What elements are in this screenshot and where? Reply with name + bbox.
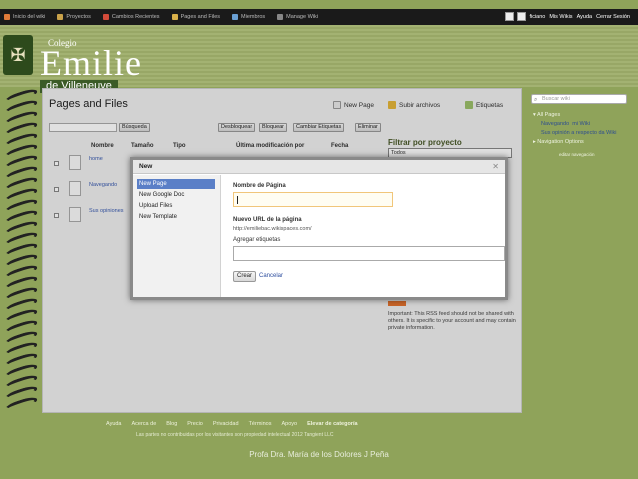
nav-projects-label: Proyectos [66, 14, 91, 20]
all-pages-label: All Pages [537, 112, 561, 118]
mail-icon[interactable] [517, 12, 527, 21]
sidebar-link-navegando-label: Navegando [541, 121, 570, 127]
footer-about-link[interactable]: Acerca de [132, 421, 157, 427]
navigation-options-item[interactable]: ▸ Navigation Options [533, 139, 584, 145]
footer: Ayuda Acerca de Blog Precio Privacidad T… [0, 415, 638, 445]
site-header: ✠ Colegio Emilie de Villeneuve [0, 25, 638, 93]
nav-pages-files-label: Pages and Files [180, 14, 221, 20]
nav-home-label: Inicio del wiki [13, 14, 46, 20]
top-navigation-bar: Inicio del wiki Proyectos Cambios Recien… [0, 9, 638, 25]
home-icon [4, 14, 10, 20]
tags-field-label: Agregar etiquetas [233, 237, 281, 243]
nav-projects[interactable]: Proyectos [57, 14, 91, 20]
footer-privacy-link[interactable]: Privacidad [213, 421, 239, 427]
help-link[interactable]: Ayuda [577, 14, 593, 20]
menu-new-google-doc[interactable]: New Google Doc [137, 190, 215, 200]
logo-name: Emilie [40, 43, 142, 83]
school-crest-icon: ✠ [3, 35, 33, 75]
tags-input[interactable] [233, 246, 505, 261]
nav-pages-files[interactable]: Pages and Files [171, 14, 221, 20]
nav-members-label: Miembros [241, 14, 266, 20]
menu-upload-files[interactable]: Upload Files [137, 201, 215, 211]
footer-copyright: Las partes no contribuidas por los visit… [136, 432, 334, 438]
nav-manage-wiki[interactable]: Manage Wiki [277, 14, 318, 20]
dialog-menu: New Page New Google Doc Upload Files New… [133, 175, 221, 297]
search-icon: ⌕ [534, 97, 538, 103]
account-links: ficiano Mis Wikis Ayuda Cerrar Sesión [505, 12, 634, 21]
footer-price-link[interactable]: Precio [187, 421, 203, 427]
sidebar-link-mi-wiki-label: mi Wiki [572, 121, 590, 127]
footer-links: Ayuda Acerca de Blog Precio Privacidad T… [106, 421, 368, 427]
recent-changes-icon [102, 14, 109, 20]
wiki-search-input[interactable]: ⌕ Buscar wiki [531, 94, 627, 104]
text-caret [237, 196, 238, 204]
footer-blog-link[interactable]: Blog [166, 421, 177, 427]
footer-terms-link[interactable]: Términos [249, 421, 272, 427]
right-sidebar: ⌕ Buscar wiki ▾ All Pages Navegando mi Wi… [525, 88, 633, 413]
members-icon [232, 14, 239, 20]
gear-icon [277, 14, 284, 20]
pages-icon [171, 14, 178, 20]
nav-members[interactable]: Miembros [232, 14, 265, 20]
spiral-binding [0, 86, 42, 415]
all-pages-item[interactable]: ▾ All Pages [533, 112, 560, 118]
dialog-header: New ✕ [133, 160, 505, 174]
dialog-body: Nombre de Página Nuevo URL de la página … [233, 175, 505, 297]
page-name-input[interactable] [233, 192, 393, 207]
my-wikis-link[interactable]: Mis Wikis [549, 14, 572, 20]
new-dialog: New ✕ New Page New Google Doc Upload Fil… [130, 157, 508, 300]
page-url-label: Nuevo URL de la página [233, 217, 302, 223]
sidebar-link-navegando[interactable]: Navegando mi Wiki [541, 121, 590, 127]
footer-upgrade-link[interactable]: Elevar de categoría [307, 421, 357, 427]
username-link[interactable]: ficiano [529, 14, 545, 20]
menu-new-page[interactable]: New Page [137, 179, 215, 189]
projects-icon [57, 14, 64, 20]
nav-home[interactable]: Inicio del wiki [4, 14, 45, 20]
logout-link[interactable]: Cerrar Sesión [596, 14, 630, 20]
nav-manage-wiki-label: Manage Wiki [286, 14, 318, 20]
page-url-value: http://emiliebac.wikispaces.com/ [233, 226, 312, 232]
cancel-link[interactable]: Cancelar [259, 273, 283, 279]
page-name-label: Nombre de Página [233, 183, 286, 189]
footer-help-link[interactable]: Ayuda [106, 421, 122, 427]
close-icon[interactable]: ✕ [492, 162, 499, 171]
menu-new-template[interactable]: New Template [137, 212, 215, 222]
navigation-options-label: Navigation Options [537, 139, 584, 145]
nav-recent-changes-label: Cambios Recientes [111, 14, 160, 20]
edit-navigation-link[interactable]: editar navegación [559, 152, 595, 157]
dialog-title: New [139, 163, 153, 170]
notification-icon[interactable] [505, 12, 515, 21]
create-button[interactable]: Crear [233, 271, 257, 282]
wiki-search-placeholder: Buscar wiki [542, 96, 570, 102]
sidebar-link-opinion[interactable]: Sus opinión a respecto da Wiki [541, 130, 617, 136]
slide-caption: Profa Dra. María de los Dolores J Peña [249, 450, 389, 459]
footer-support-link[interactable]: Apoyo [281, 421, 297, 427]
nav-recent-changes[interactable]: Cambios Recientes [102, 14, 160, 20]
